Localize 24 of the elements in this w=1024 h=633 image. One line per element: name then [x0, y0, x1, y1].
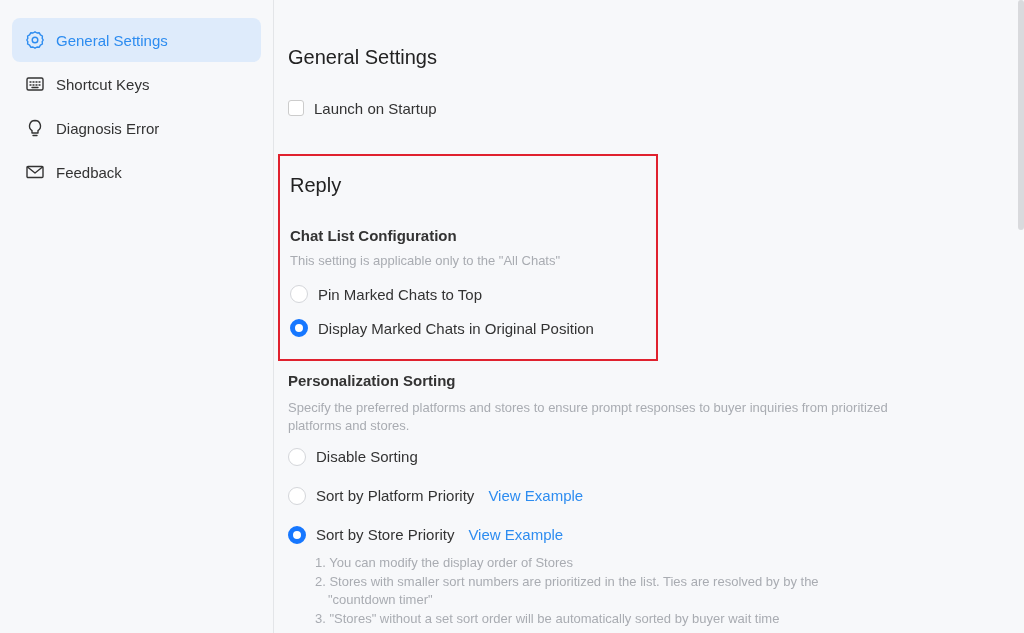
option-label: Display Marked Chats in Original Position [318, 319, 594, 337]
checkbox[interactable] [288, 100, 304, 116]
subsection-title: Personalization Sorting [288, 371, 457, 391]
option-label: Sort by Platform Priority [316, 487, 475, 504]
hint-text: This setting is applicable only to the "All Chats" [290, 252, 562, 270]
option-label: Pin Marked Chats to Top [318, 285, 482, 303]
sidebar-item[interactable]: Diagnosis Error [12, 106, 261, 150]
description-text: Specify the preferred platforms and stores to ensure prompt responses to buyer inquiries from prioritized platforms and stores. [288, 399, 889, 435]
gear-icon [25, 30, 45, 50]
option-label: Disable Sorting [316, 448, 418, 465]
note-text: 2. Stores with smaller sort numbers are prioritized in the list. Ties are resolved by by the "countdown timer" [315, 572, 820, 609]
sidebar-item[interactable]: Feedback [12, 150, 261, 194]
note-text: 1. You can modify the display order of Stores [315, 554, 574, 572]
keyboard-icon [25, 74, 45, 94]
page-title: General Settings [288, 45, 438, 70]
sidebar-item[interactable]: Shortcut Keys [12, 62, 261, 106]
radio-button[interactable] [290, 319, 308, 337]
radio-button[interactable] [288, 525, 306, 544]
subsection-title: Chat List Configuration [290, 226, 458, 246]
option-label: Launch on Startup [314, 99, 437, 117]
scrollbar[interactable] [1018, 0, 1024, 230]
option-label: Sort by Store Priority [316, 526, 455, 543]
note-text: 3. "Stores" without a set sort order will be automatically sorted by buyer wait time [315, 609, 781, 628]
section-title: Reply [290, 173, 343, 198]
